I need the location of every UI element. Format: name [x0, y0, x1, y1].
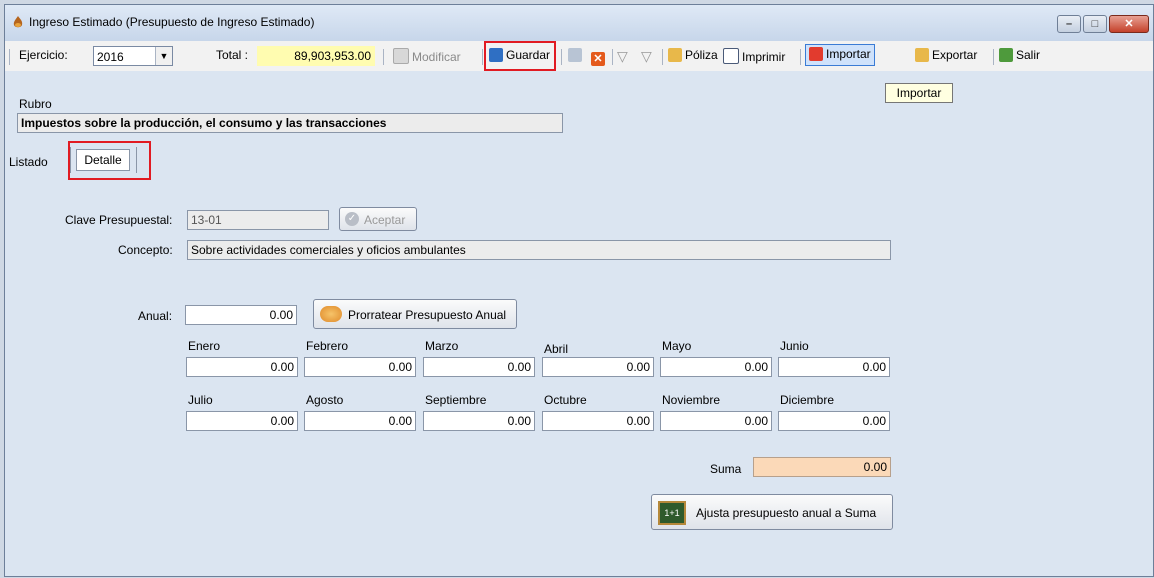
suma-label: Suma: [710, 462, 742, 476]
importar-label: Importar: [826, 47, 871, 61]
modificar-button[interactable]: Modificar: [393, 48, 461, 64]
prorratear-label: Prorratear Presupuesto Anual: [348, 308, 507, 322]
suma-field: 0.00: [753, 457, 891, 477]
toolbar-separator: [612, 49, 613, 65]
poliza-button[interactable]: Póliza: [668, 48, 718, 62]
exportar-button[interactable]: Exportar: [915, 48, 977, 62]
salir-label: Salir: [1016, 48, 1041, 62]
ajusta-button[interactable]: 1+1 Ajusta presupuesto anual a Suma: [651, 494, 893, 530]
imprimir-label: Imprimir: [742, 50, 786, 64]
chalkboard-icon: 1+1: [658, 501, 686, 525]
close-window-button[interactable]: ✕: [1109, 15, 1149, 33]
month-input-noviembre[interactable]: 0.00: [660, 411, 772, 431]
exit-icon: [999, 48, 1013, 62]
month-input-diciembre[interactable]: 0.00: [778, 411, 890, 431]
filter-button[interactable]: ▽: [617, 48, 628, 65]
month-input-mayo[interactable]: 0.00: [660, 357, 772, 377]
month-label-febrero: Febrero: [306, 339, 349, 353]
title-bar: Ingreso Estimado (Presupuesto de Ingreso…: [5, 5, 1153, 41]
prorratear-icon: [320, 306, 342, 322]
month-input-agosto[interactable]: 0.00: [304, 411, 416, 431]
month-label-septiembre: Septiembre: [425, 393, 487, 407]
month-input-febrero[interactable]: 0.00: [304, 357, 416, 377]
month-label-enero: Enero: [188, 339, 221, 353]
export-icon: [915, 48, 929, 62]
toolbar-separator: [662, 49, 663, 65]
edit-icon: [393, 48, 409, 64]
month-input-marzo[interactable]: 0.00: [423, 357, 535, 377]
highlight-detalle: [68, 141, 151, 180]
toolbar-separator: [993, 49, 994, 65]
highlight-guardar: [484, 41, 556, 71]
exportar-label: Exportar: [932, 48, 978, 62]
month-input-septiembre[interactable]: 0.00: [423, 411, 535, 431]
clear-filter-icon: ▽: [641, 48, 652, 64]
importar-button[interactable]: Importar: [805, 44, 875, 66]
concepto-field: Sobre actividades comerciales y oficios …: [187, 240, 891, 260]
undo-icon: [568, 48, 582, 62]
grip-separator: [9, 49, 10, 65]
printer-icon: [723, 48, 739, 64]
maximize-icon: □: [1091, 18, 1099, 30]
month-label-julio: Julio: [188, 393, 213, 407]
month-label-agosto: Agosto: [306, 393, 344, 407]
month-input-julio[interactable]: 0.00: [186, 411, 298, 431]
ejercicio-label: Ejercicio:: [19, 48, 68, 62]
anual-input[interactable]: 0.00: [185, 305, 297, 325]
ajusta-label: Ajusta presupuesto anual a Suma: [696, 506, 877, 520]
month-input-junio[interactable]: 0.00: [778, 357, 890, 377]
month-input-octubre[interactable]: 0.00: [542, 411, 654, 431]
toolbar: Ejercicio: 2016 ▼ Total : 89,903,953.00 …: [5, 41, 1153, 71]
main-window: Ingreso Estimado (Presupuesto de Ingreso…: [4, 4, 1154, 577]
concepto-label: Concepto:: [118, 243, 173, 257]
delete-button[interactable]: ✕: [591, 48, 608, 66]
filter-icon: ▽: [617, 48, 628, 64]
cancel-edit-button[interactable]: [568, 48, 585, 62]
month-input-enero[interactable]: 0.00: [186, 357, 298, 377]
maximize-button[interactable]: □: [1083, 15, 1107, 33]
rubro-field: Impuestos sobre la producción, el consum…: [17, 113, 563, 133]
clave-label: Clave Presupuestal:: [65, 213, 173, 227]
month-label-diciembre: Diciembre: [780, 393, 835, 407]
check-icon: ✓: [345, 212, 359, 226]
clear-filter-button[interactable]: ▽: [641, 48, 652, 65]
delete-icon: ✕: [591, 52, 605, 66]
ejercicio-value: 2016: [97, 50, 124, 64]
anual-label: Anual:: [138, 309, 173, 323]
aceptar-button[interactable]: ✓ Aceptar: [339, 207, 417, 231]
rubro-label: Rubro: [19, 97, 52, 111]
toolbar-separator: [383, 49, 384, 65]
month-label-marzo: Marzo: [425, 339, 459, 353]
month-label-mayo: Mayo: [662, 339, 692, 353]
toolbar-separator: [800, 49, 801, 65]
minimize-button[interactable]: –: [1057, 15, 1081, 33]
modificar-label: Modificar: [412, 50, 461, 64]
total-value: 89,903,953.00: [257, 46, 375, 66]
month-label-junio: Junio: [780, 339, 809, 353]
month-label-noviembre: Noviembre: [662, 393, 721, 407]
minimize-icon: –: [1065, 18, 1073, 30]
close-icon: ✕: [1124, 18, 1134, 30]
toolbar-separator: [482, 49, 483, 65]
total-label: Total :: [216, 48, 249, 62]
salir-button[interactable]: Salir: [999, 48, 1040, 62]
tab-listado[interactable]: Listado: [9, 155, 48, 169]
chevron-down-icon[interactable]: ▼: [155, 47, 172, 65]
prorratear-button[interactable]: Prorratear Presupuesto Anual: [313, 299, 517, 329]
ejercicio-select[interactable]: 2016 ▼: [93, 46, 173, 66]
poliza-icon: [668, 48, 682, 62]
month-label-octubre: Octubre: [544, 393, 587, 407]
month-input-abril[interactable]: 0.00: [542, 357, 654, 377]
toolbar-separator: [561, 49, 562, 65]
clave-field[interactable]: 13-01: [187, 210, 329, 230]
month-label-abril: Abril: [544, 342, 569, 356]
poliza-label: Póliza: [685, 48, 718, 62]
content-area: Rubro Impuestos sobre la producción, el …: [5, 71, 1153, 578]
app-icon: [13, 16, 23, 28]
aceptar-label: Aceptar: [364, 213, 406, 227]
import-icon: [809, 47, 823, 61]
imprimir-button[interactable]: Imprimir: [723, 48, 785, 64]
window-title: Ingreso Estimado (Presupuesto de Ingreso…: [29, 15, 315, 29]
